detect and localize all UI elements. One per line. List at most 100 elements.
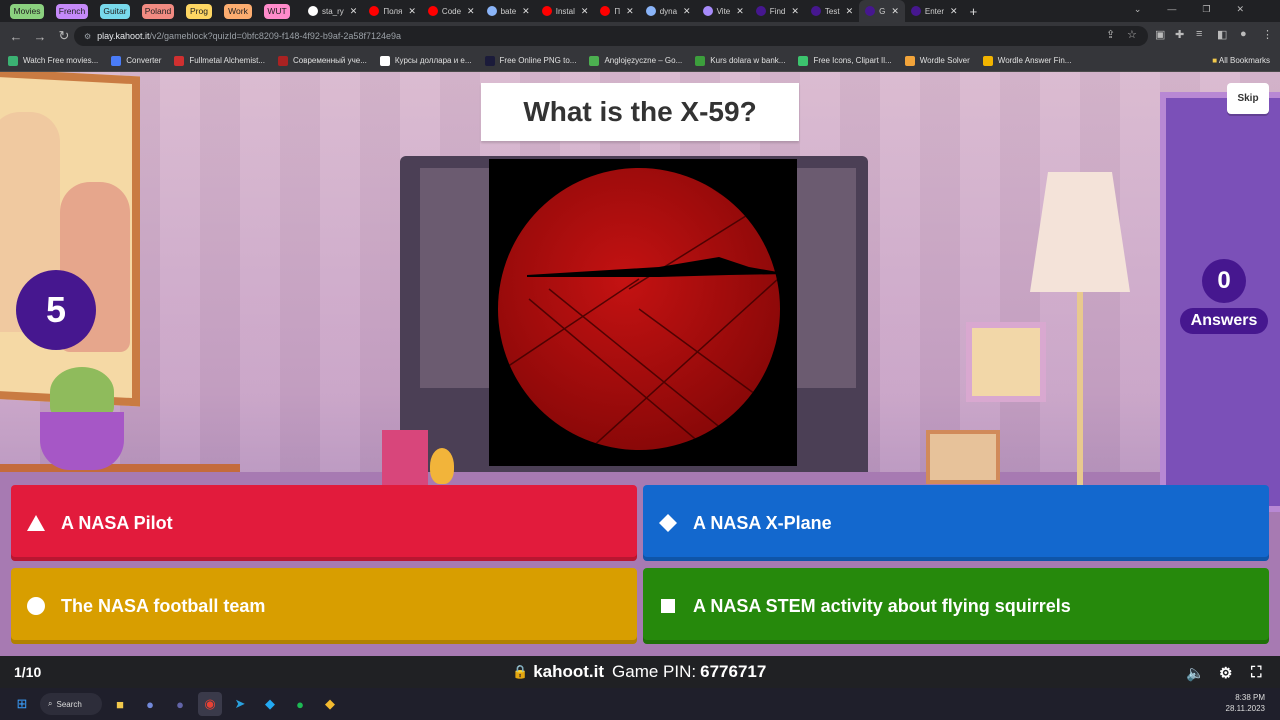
bookmark-star-icon[interactable]: ☆ xyxy=(1127,28,1137,41)
kahoot-icon xyxy=(810,6,821,16)
browser-tab[interactable]: Code ✕ xyxy=(422,0,481,22)
tab-title: G xyxy=(879,6,886,16)
sidebar-icon[interactable]: ◧ xyxy=(1217,28,1227,41)
pin-label: Game PIN: xyxy=(612,662,697,681)
bookmark-item[interactable]: Wordle Answer Fin... xyxy=(982,55,1071,66)
close-icon[interactable]: ✕ xyxy=(950,6,958,17)
answer-option-red[interactable]: A NASA Pilot xyxy=(11,485,637,561)
answer-text: A NASA X-Plane xyxy=(693,512,832,533)
spotify-icon[interactable]: ● xyxy=(288,692,312,716)
back-icon[interactable]: ← xyxy=(4,29,28,44)
answer-option-yellow[interactable]: The NASA football team xyxy=(11,568,637,644)
tab-title: Поля xyxy=(383,6,403,16)
reading-list-icon[interactable]: ≡ xyxy=(1196,28,1202,40)
address-bar[interactable]: ⚙ play.kahoot.it/v2/gameblock?quizId=0bf… xyxy=(74,26,1148,46)
bookmark-item[interactable]: Курсы доллара и е... xyxy=(379,55,472,66)
browser-tab[interactable]: Test ✕ xyxy=(805,0,859,22)
bookmark-item[interactable]: Fullmetal Alchemist... xyxy=(174,55,265,66)
bookmark-label: Современный уче... xyxy=(292,56,367,65)
discord-icon[interactable]: ● xyxy=(138,692,162,716)
bookmark-icon xyxy=(111,55,122,66)
bookmark-item[interactable]: Современный уче... xyxy=(277,55,367,66)
tab-group-movies[interactable]: Movies xyxy=(10,3,44,19)
teams-icon[interactable]: ● xyxy=(168,692,192,716)
close-icon[interactable]: ✕ xyxy=(846,6,854,17)
reload-icon[interactable]: ↻ xyxy=(52,28,76,44)
extension-icon[interactable]: ▣ xyxy=(1155,28,1165,41)
close-icon[interactable]: ✕ xyxy=(408,6,416,17)
fullscreen-icon[interactable]: ⛶ xyxy=(1251,664,1262,681)
vscode-icon[interactable]: ◆ xyxy=(258,692,282,716)
bookmark-item[interactable]: Converter xyxy=(111,55,161,66)
tab-group-prog[interactable]: Prog xyxy=(186,3,212,19)
close-icon[interactable]: ✕ xyxy=(350,6,358,17)
browser-tab[interactable]: Find ✕ xyxy=(750,0,805,22)
bookmark-icon xyxy=(379,55,390,66)
volume-icon[interactable]: 🔈 xyxy=(1186,664,1205,682)
tab-group-poland[interactable]: Poland xyxy=(142,3,174,19)
bookmark-label: Kurs dolara w bank... xyxy=(710,56,786,65)
question-image xyxy=(489,159,797,466)
tab-group-french[interactable]: French xyxy=(56,3,88,19)
skip-button[interactable]: Skip xyxy=(1227,83,1269,114)
bookmark-item[interactable]: Wordle Solver xyxy=(904,55,970,66)
browser-tab[interactable]: Instal ✕ xyxy=(536,0,595,22)
tab-group-guitar[interactable]: Guitar xyxy=(100,3,130,19)
kahoot-icon xyxy=(865,6,876,16)
new-tab-icon[interactable]: + xyxy=(964,0,984,22)
browser-tab[interactable]: sta_ry ✕ xyxy=(302,0,363,22)
bookmarks-bar: Watch Free movies... Converter Fullmetal… xyxy=(0,50,1280,72)
answer-option-green[interactable]: A NASA STEM activity about flying squirr… xyxy=(643,568,1269,644)
tab-group-work[interactable]: Work xyxy=(224,3,252,19)
window-controls[interactable]: ⌄—❐✕ xyxy=(1134,4,1270,15)
browser-tab[interactable]: Enter ✕ xyxy=(905,0,964,22)
menu-icon[interactable]: ⋮ xyxy=(1262,28,1273,41)
browser-tab[interactable]: bate ✕ xyxy=(481,0,536,22)
triangle-icon xyxy=(25,512,47,534)
close-icon[interactable]: ✕ xyxy=(467,6,475,17)
tab-group-wut[interactable]: WUT xyxy=(264,3,290,19)
close-icon[interactable]: ✕ xyxy=(581,6,589,17)
site-info-icon[interactable]: ⚙ xyxy=(84,32,91,41)
close-icon[interactable]: ✕ xyxy=(626,6,634,17)
browser-tab[interactable]: П ✕ xyxy=(594,0,639,22)
close-icon[interactable]: ✕ xyxy=(522,6,530,17)
game-footer: 1/10 🔒 kahoot.it Game PIN: 6776717 🔈 ⚙ ⛶ xyxy=(0,656,1280,688)
close-icon[interactable]: ✕ xyxy=(736,6,744,17)
chrome-icon[interactable]: ◉ xyxy=(198,692,222,716)
bookmark-icon xyxy=(174,55,185,66)
windows-start-icon[interactable]: ⊞ xyxy=(10,692,34,716)
binance-icon[interactable]: ◆ xyxy=(318,692,342,716)
profile-icon[interactable]: ● xyxy=(1240,28,1247,40)
settings-gear-icon[interactable]: ⚙ xyxy=(1219,664,1232,682)
forward-icon[interactable]: → xyxy=(28,29,52,44)
google-icon xyxy=(645,6,656,16)
browser-tab-active[interactable]: G ✕ xyxy=(859,0,905,22)
bookmark-item[interactable]: Free Icons, Clipart Il... xyxy=(798,55,892,66)
bookmark-icon xyxy=(589,55,600,66)
file-explorer-icon[interactable]: ■ xyxy=(108,692,132,716)
bookmark-item[interactable]: Kurs dolara w bank... xyxy=(695,55,786,66)
tab-title: Instal xyxy=(555,6,575,16)
telegram-icon[interactable]: ➤ xyxy=(228,692,252,716)
close-icon[interactable]: ✕ xyxy=(791,6,799,17)
browser-tab[interactable]: Vite ✕ xyxy=(697,0,750,22)
bookmark-item[interactable]: Free Online PNG to... xyxy=(484,55,576,66)
answer-option-blue[interactable]: A NASA X-Plane xyxy=(643,485,1269,561)
game-stage: What is the X-59? Skip 5 0 Answers A NAS… xyxy=(0,72,1280,656)
bookmark-icon xyxy=(982,55,993,66)
share-icon[interactable]: ⇪ xyxy=(1106,28,1115,41)
tab-group-label: Guitar xyxy=(103,6,127,16)
system-clock: 8:38 PM 28.11.2023 xyxy=(1226,692,1265,714)
close-icon[interactable]: ✕ xyxy=(891,6,899,17)
bookmark-item[interactable]: Watch Free movies... xyxy=(8,55,98,66)
taskbar-search[interactable]: ⌕ Search xyxy=(40,693,102,715)
tab-title: bate xyxy=(500,6,517,16)
browser-tab[interactable]: Поля ✕ xyxy=(363,0,422,22)
all-bookmarks[interactable]: ■ All Bookmarks xyxy=(1212,56,1270,65)
puzzle-icon[interactable]: ✚ xyxy=(1175,28,1184,41)
close-icon[interactable]: ✕ xyxy=(683,6,691,17)
browser-tab[interactable]: dyna ✕ xyxy=(640,0,697,22)
bookmark-item[interactable]: Anglojęzyczne – Go... xyxy=(589,55,682,66)
os-taskbar: ⊞ ⌕ Search ■ ● ● ◉ ➤ ◆ ● ◆ 8:38 PM 28.11.… xyxy=(0,688,1280,720)
